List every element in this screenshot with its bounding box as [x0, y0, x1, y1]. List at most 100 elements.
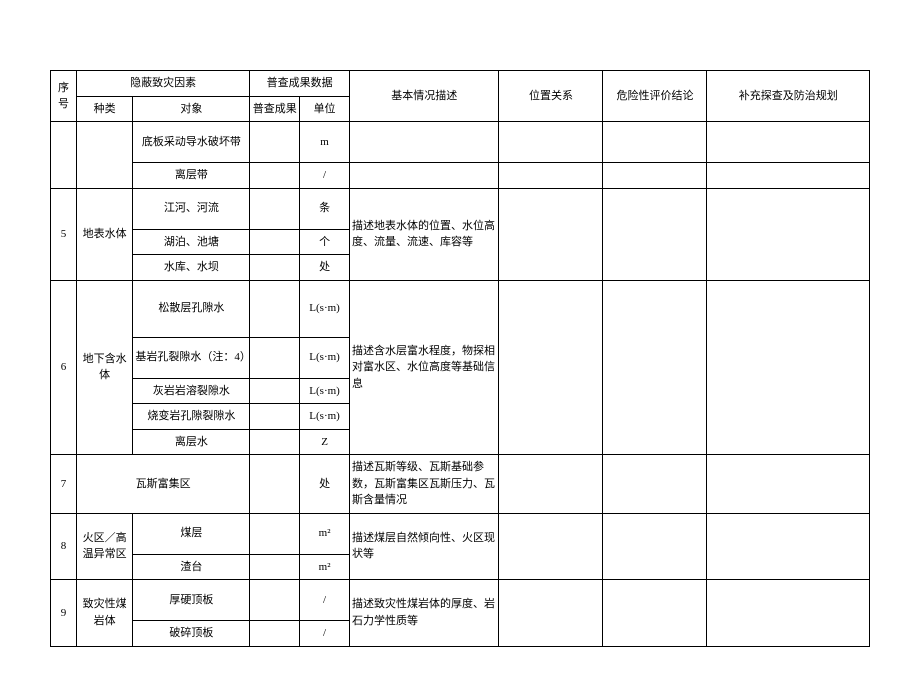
cell-unit: L(s·m): [300, 404, 350, 430]
cell-risk: [603, 280, 707, 455]
cell-result: [250, 122, 300, 163]
cell-plan: [707, 188, 870, 280]
cell-kind: [77, 122, 133, 189]
cell-pos: [499, 580, 603, 647]
header-pos: 位置关系: [499, 71, 603, 122]
cell-unit: 条: [300, 188, 350, 229]
cell-desc: 描述致灾性煤岩体的厚度、岩石力学性质等: [349, 580, 499, 647]
cell-unit: 个: [300, 229, 350, 255]
cell-risk: [603, 163, 707, 189]
cell-unit: L(s·m): [300, 280, 350, 337]
cell-desc: 描述地表水体的位置、水位高度、流量、流速、库容等: [349, 188, 499, 280]
cell-unit: 处: [300, 255, 350, 281]
cell-object: 基岩孔裂隙水（注：4）: [133, 337, 250, 378]
cell-plan: [707, 580, 870, 647]
cell-object: 渣台: [133, 554, 250, 580]
cell-result: [250, 163, 300, 189]
cell-result: [250, 429, 300, 455]
header-result: 普查成果: [250, 96, 300, 122]
cell-seq: 8: [51, 513, 77, 580]
cell-result: [250, 621, 300, 647]
header-hazard: 隐蔽致灾因素: [77, 71, 250, 97]
cell-unit: L(s·m): [300, 337, 350, 378]
cell-result: [250, 280, 300, 337]
cell-object: 水库、水坝: [133, 255, 250, 281]
cell-result: [250, 554, 300, 580]
table-row: 5 地表水体 江河、河流 条 描述地表水体的位置、水位高度、流量、流速、库容等: [51, 188, 870, 229]
cell-pos: [499, 122, 603, 163]
header-seq: 序号: [51, 71, 77, 122]
table-row: 8 火区／高温异常区 煤层 m² 描述煤层自然倾向性、火区现状等: [51, 513, 870, 554]
cell-kind: 火区／高温异常区: [77, 513, 133, 580]
header-risk: 危险性评价结论: [603, 71, 707, 122]
cell-unit: Z: [300, 429, 350, 455]
cell-pos: [499, 455, 603, 514]
cell-unit: /: [300, 163, 350, 189]
cell-unit: m: [300, 122, 350, 163]
cell-unit: 处: [300, 455, 350, 514]
cell-object: 湖泊、池塘: [133, 229, 250, 255]
cell-seq: 7: [51, 455, 77, 514]
cell-pos: [499, 280, 603, 455]
cell-result: [250, 337, 300, 378]
cell-plan: [707, 163, 870, 189]
cell-unit: /: [300, 621, 350, 647]
cell-object: 破碎顶板: [133, 621, 250, 647]
header-kind: 种类: [77, 96, 133, 122]
cell-object: 烧变岩孔隙裂隙水: [133, 404, 250, 430]
table-row: 底板采动导水破坏带 m: [51, 122, 870, 163]
cell-risk: [603, 580, 707, 647]
cell-unit: /: [300, 580, 350, 621]
header-row-1: 序号 隐蔽致灾因素 普查成果数据 基本情况描述 位置关系 危险性评价结论 补充探…: [51, 71, 870, 97]
cell-plan: [707, 122, 870, 163]
cell-seq: 6: [51, 280, 77, 455]
cell-result: [250, 378, 300, 404]
cell-object: 煤层: [133, 513, 250, 554]
cell-pos: [499, 513, 603, 580]
cell-object: 松散层孔隙水: [133, 280, 250, 337]
cell-unit: m²: [300, 513, 350, 554]
cell-risk: [603, 188, 707, 280]
header-object: 对象: [133, 96, 250, 122]
cell-desc: [349, 122, 499, 163]
table-row: 9 致灾性煤岩体 厚硬顶板 / 描述致灾性煤岩体的厚度、岩石力学性质等: [51, 580, 870, 621]
cell-seq: 5: [51, 188, 77, 280]
cell-result: [250, 229, 300, 255]
cell-plan: [707, 280, 870, 455]
cell-object: 离层水: [133, 429, 250, 455]
cell-desc: 描述含水层富水程度，物探相对富水区、水位高度等基础信息: [349, 280, 499, 455]
cell-object: 底板采动导水破坏带: [133, 122, 250, 163]
cell-result: [250, 188, 300, 229]
cell-kind: 地表水体: [77, 188, 133, 280]
cell-object: 厚硬顶板: [133, 580, 250, 621]
cell-kind-object: 瓦斯富集区: [77, 455, 250, 514]
cell-desc: 描述瓦斯等级、瓦斯基础参数，瓦斯富集区瓦斯压力、瓦斯含量情况: [349, 455, 499, 514]
table-row: 离层带 /: [51, 163, 870, 189]
cell-kind: 致灾性煤岩体: [77, 580, 133, 647]
cell-desc: [349, 163, 499, 189]
cell-result: [250, 580, 300, 621]
cell-plan: [707, 455, 870, 514]
cell-unit: L(s·m): [300, 378, 350, 404]
cell-object: 离层带: [133, 163, 250, 189]
hazard-survey-table: 序号 隐蔽致灾因素 普查成果数据 基本情况描述 位置关系 危险性评价结论 补充探…: [50, 70, 870, 647]
cell-object: 灰岩岩溶裂隙水: [133, 378, 250, 404]
cell-kind: 地下含水体: [77, 280, 133, 455]
header-plan: 补充探查及防治规划: [707, 71, 870, 122]
cell-pos: [499, 163, 603, 189]
cell-seq: 9: [51, 580, 77, 647]
cell-unit: m²: [300, 554, 350, 580]
cell-desc: 描述煤层自然倾向性、火区现状等: [349, 513, 499, 580]
cell-object: 江河、河流: [133, 188, 250, 229]
cell-risk: [603, 122, 707, 163]
cell-risk: [603, 513, 707, 580]
cell-result: [250, 513, 300, 554]
cell-seq: [51, 122, 77, 189]
table-row: 7 瓦斯富集区 处 描述瓦斯等级、瓦斯基础参数，瓦斯富集区瓦斯压力、瓦斯含量情况: [51, 455, 870, 514]
page-content: 序号 隐蔽致灾因素 普查成果数据 基本情况描述 位置关系 危险性评价结论 补充探…: [0, 0, 920, 677]
table-row: 6 地下含水体 松散层孔隙水 L(s·m) 描述含水层富水程度，物探相对富水区、…: [51, 280, 870, 337]
header-survey: 普查成果数据: [250, 71, 350, 97]
cell-result: [250, 255, 300, 281]
cell-plan: [707, 513, 870, 580]
header-basic: 基本情况描述: [349, 71, 499, 122]
